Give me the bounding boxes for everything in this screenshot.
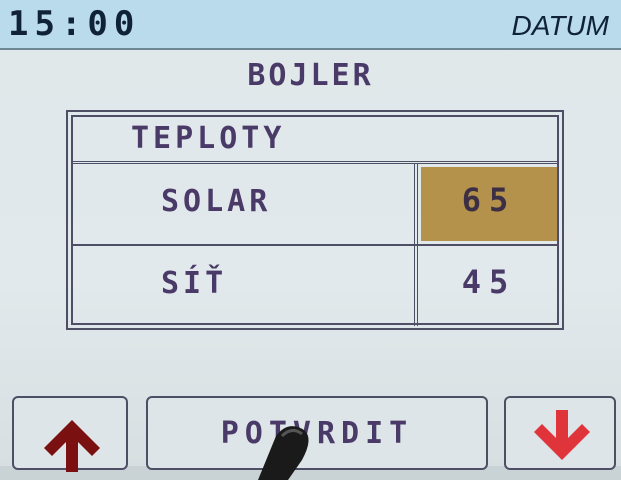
clock-display: 15:00 [8,4,141,44]
table-heading: TEPLOTY [131,121,286,156]
table-row-sit: SÍŤ 45 [73,246,557,326]
table-header: TEPLOTY [73,117,557,164]
row-label-cell: SOLAR [73,164,418,244]
temperature-table-inner: TEPLOTY SOLAR 65 SÍŤ 45 [71,115,559,326]
table-row-solar: SOLAR 65 [73,164,557,246]
up-button[interactable] [12,396,128,472]
down-button[interactable] [504,396,616,470]
row-value: 45 [461,263,517,301]
row-label: SOLAR [161,184,272,219]
touch-screen: 15:00 DATUM BOJLER TEPLOTY SOLAR 65 SÍŤ [0,0,621,480]
solar-value-field[interactable]: 65 [421,167,557,241]
status-bar: 15:00 DATUM [0,0,621,50]
arrow-up-icon [44,420,100,472]
confirm-button-label: POTVRDIT [220,416,414,451]
sit-value-field[interactable]: 45 [421,249,557,323]
page-title: BOJLER [247,58,374,93]
row-value: 65 [461,181,517,219]
row-label: SÍŤ [161,266,228,301]
arrow-down-icon [534,410,590,460]
temperature-table: TEPLOTY SOLAR 65 SÍŤ 45 [66,110,564,330]
confirm-button[interactable]: POTVRDIT [146,396,488,470]
row-label-cell: SÍŤ [73,246,418,326]
datum-button[interactable]: DATUM [512,10,609,42]
